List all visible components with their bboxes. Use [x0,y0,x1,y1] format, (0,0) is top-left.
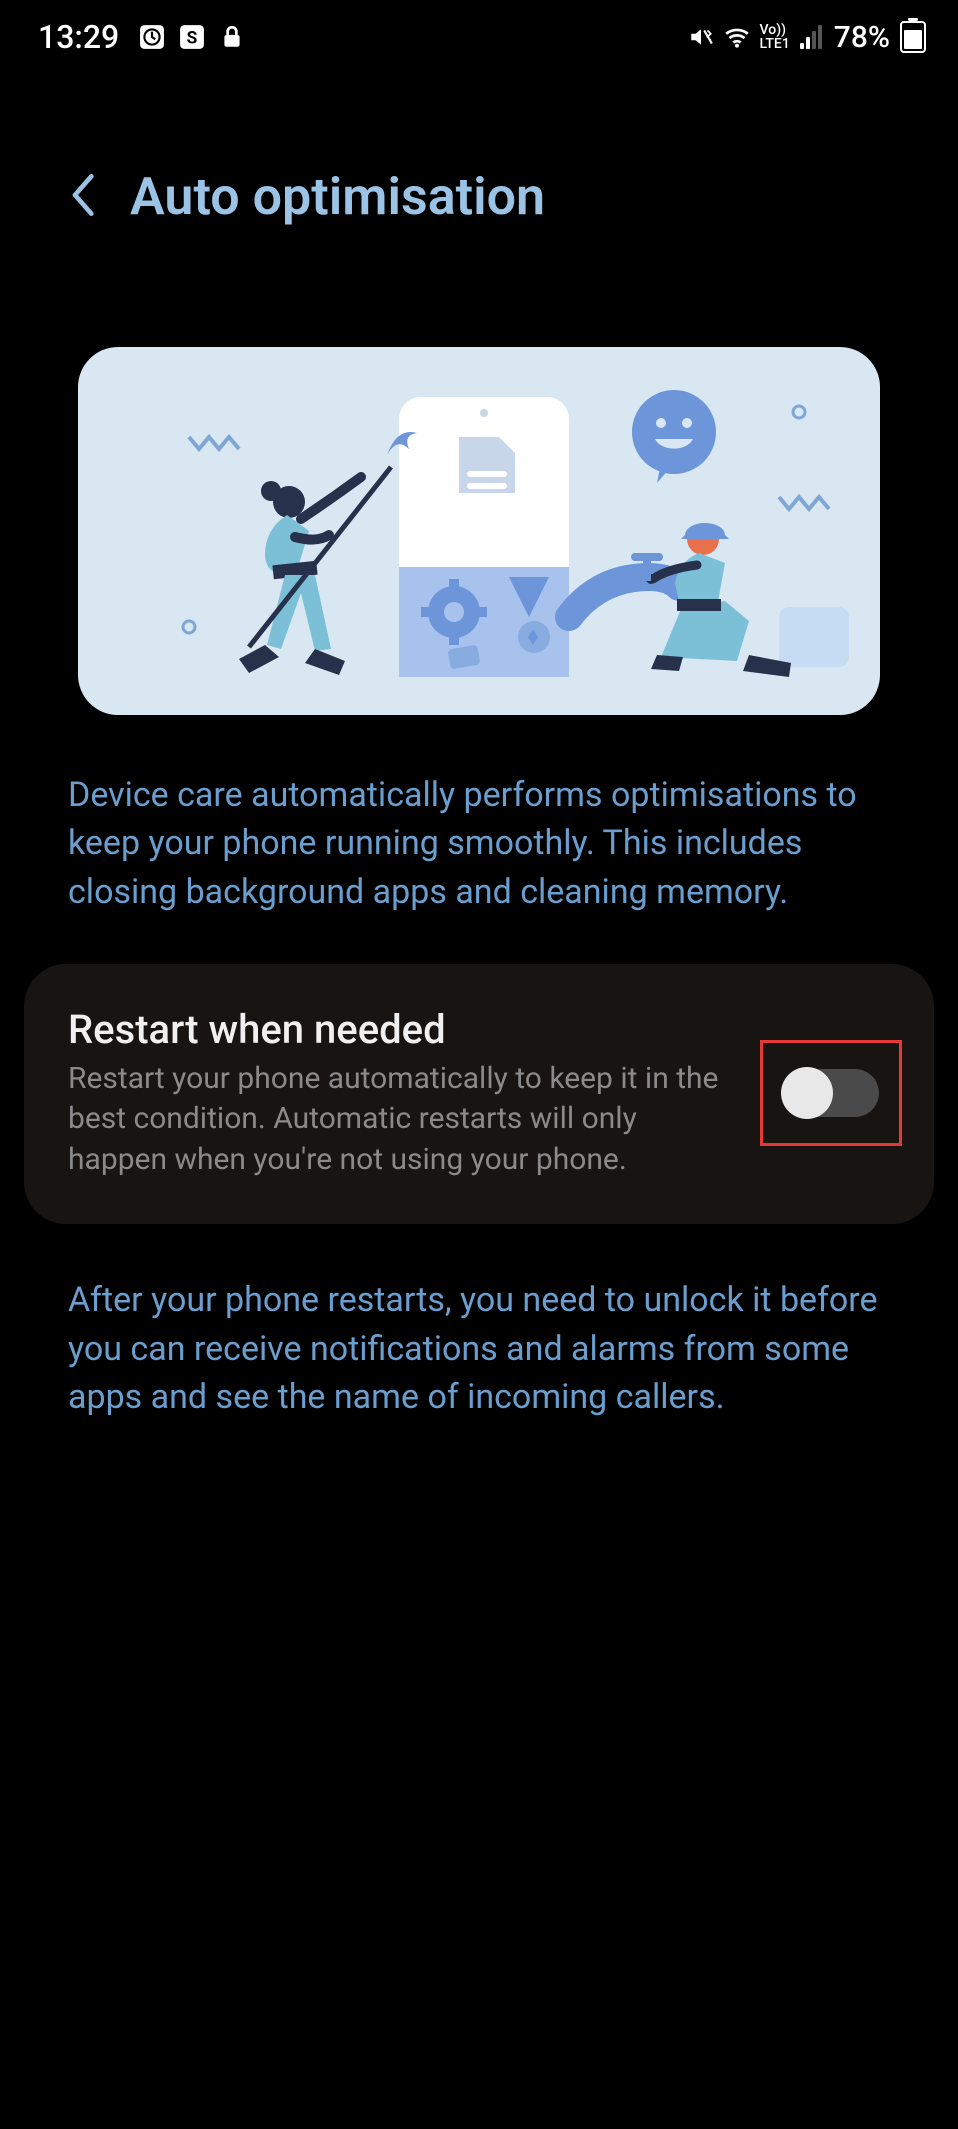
back-button[interactable] [68,171,96,223]
restart-when-needed-card[interactable]: Restart when needed Restart your phone a… [24,964,934,1225]
toggle-highlight-box [760,1040,902,1146]
restart-text-block: Restart when needed Restart your phone a… [68,1006,740,1181]
status-time: 13:29 [38,18,119,56]
illustration-card [78,347,880,715]
status-left: 13:29 S [38,18,245,56]
status-right: Vo)) LTE1 78% [688,20,926,55]
page-title: Auto optimisation [130,166,545,227]
status-bar: 13:29 S Vo)) LTE1 78% [0,0,958,64]
battery-percent: 78% [834,20,890,55]
s-app-icon: S [179,24,205,50]
cleaning-illustration [78,347,880,715]
description-text: Device care automatically performs optim… [0,715,958,916]
mute-vibrate-icon [688,24,714,50]
svg-text:S: S [187,29,198,49]
footer-note: After your phone restarts, you need to u… [0,1224,958,1421]
battery-icon [900,21,926,53]
restart-subtitle: Restart your phone automatically to keep… [68,1059,740,1181]
restart-title: Restart when needed [68,1006,740,1053]
wifi-icon [724,24,750,50]
clock-app-icon [139,24,165,50]
lock-icon [219,24,245,50]
restart-toggle[interactable] [783,1069,879,1117]
signal-icon [800,25,822,49]
page-header: Auto optimisation [0,64,958,257]
network-label: Vo)) LTE1 [760,23,790,51]
toggle-thumb [781,1067,833,1119]
